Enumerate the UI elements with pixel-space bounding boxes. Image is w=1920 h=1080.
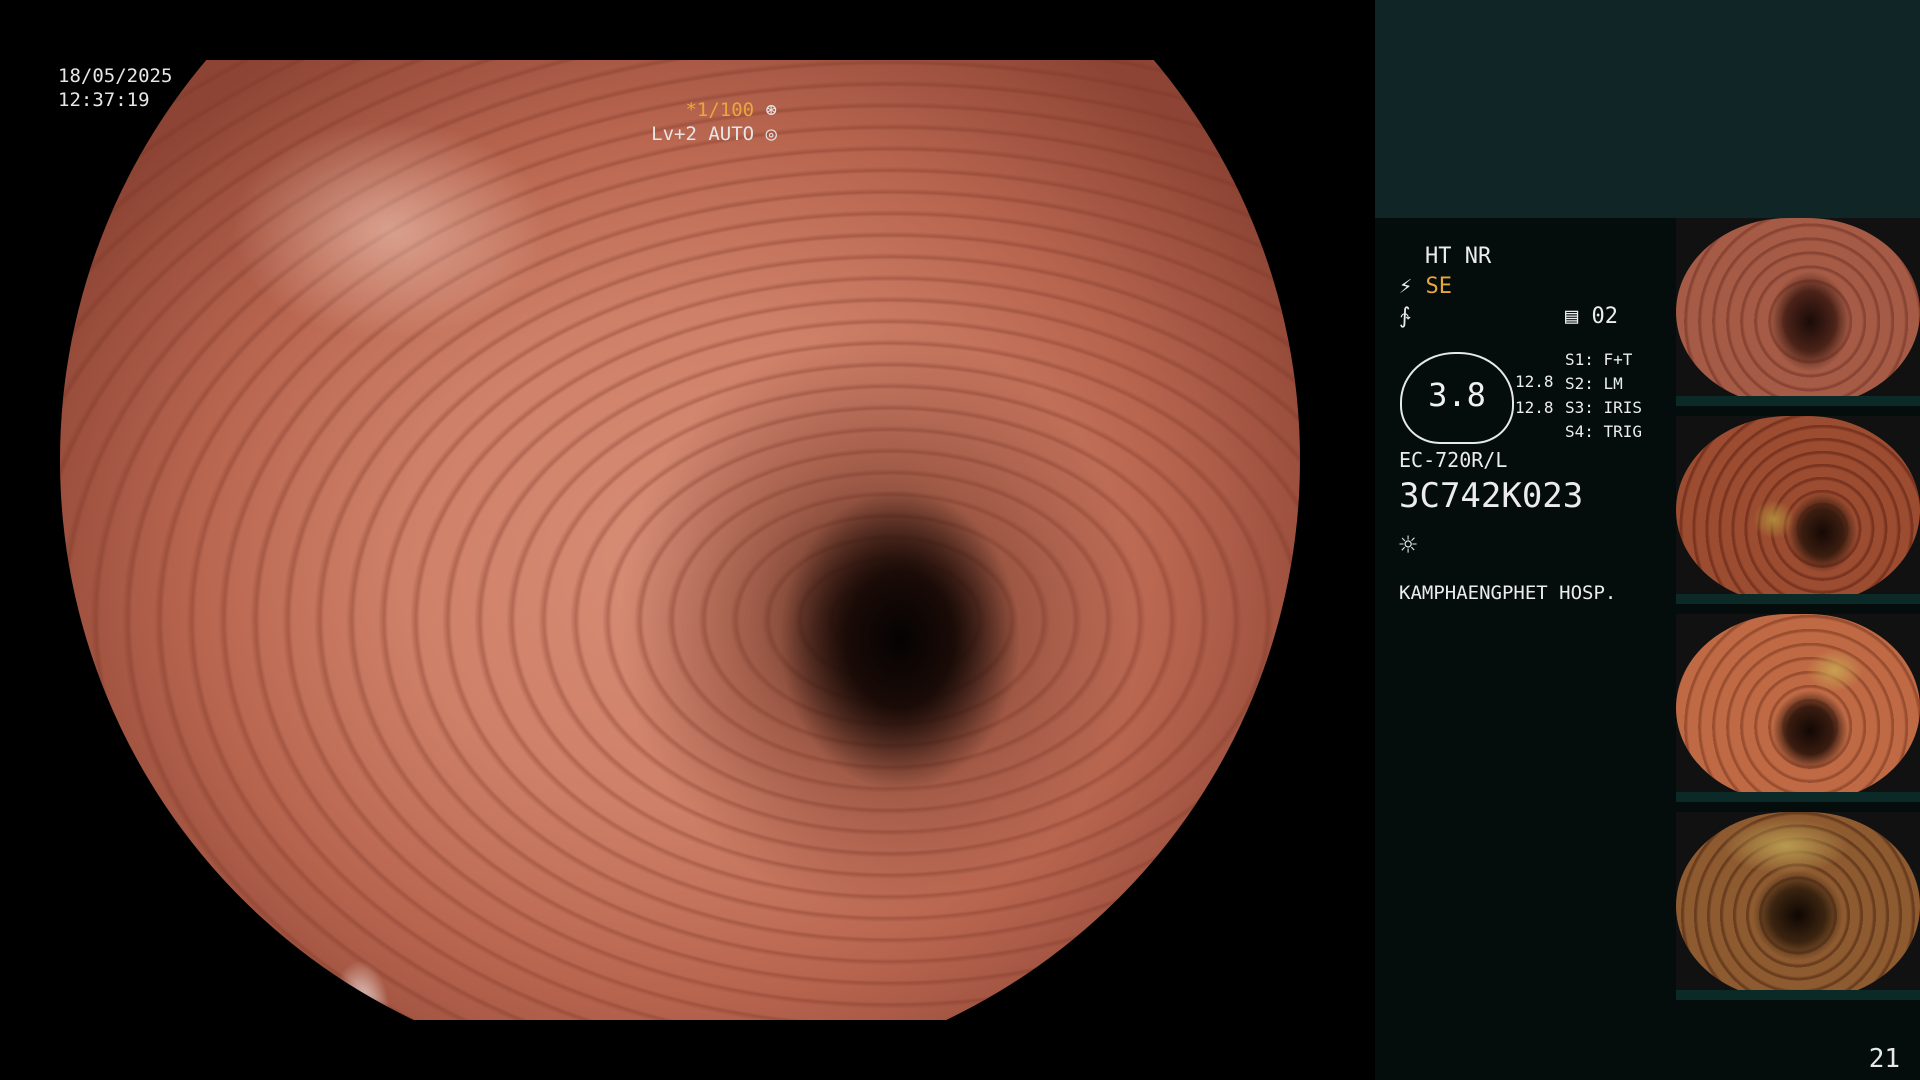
thumbnail[interactable] — [1676, 812, 1920, 1000]
value-2: 12.8 — [1515, 398, 1554, 417]
gauge-value: 3.8 — [1428, 376, 1486, 414]
switch-s1: S1: F+T — [1565, 350, 1633, 369]
switch-s4: S4: TRIG — [1565, 422, 1643, 441]
level-text: Lv+2 AUTO — [651, 123, 755, 145]
value-1: 12.8 — [1515, 372, 1554, 391]
aperture-icon: ⊛ — [765, 99, 777, 121]
gauge: 3.8 — [1400, 352, 1514, 444]
light-icon: ⚡ — [1399, 274, 1413, 299]
shutter-text: *1/100 — [685, 99, 755, 121]
switch-s2: S2: LM — [1565, 374, 1623, 393]
hospital-name: KAMPHAENGPHET HOSP. — [1399, 582, 1617, 604]
date-text: 18/05/2025 — [58, 65, 173, 87]
side-header-panel — [1375, 0, 1920, 218]
endoscopy-image — [60, 60, 1300, 1020]
curve-icon: ∱ — [1399, 304, 1411, 329]
memory-icon: ▤ — [1565, 304, 1579, 329]
info-panel: HT NR ⚡ SE ∱ ▤ 02 12.8 12.8 S1: F+T S2: … — [1375, 218, 1670, 1080]
brightness-icon: ☼ — [1399, 528, 1418, 563]
exposure-info: *1/100 ⊛ Lv+2 AUTO ◎ — [651, 98, 777, 146]
se-text: SE — [1425, 274, 1453, 299]
auto-icon: ◎ — [765, 123, 777, 145]
time-text: 12:37:19 — [58, 89, 150, 111]
endoscope-view: 18/05/2025 12:37:19 *1/100 ⊛ Lv+2 AUTO ◎ — [0, 0, 1375, 1080]
channel-text: 02 — [1591, 304, 1619, 329]
scope-model: EC-720R/L — [1399, 448, 1508, 472]
serial-number: 3C742K023 — [1399, 476, 1584, 516]
thumbnail[interactable] — [1676, 416, 1920, 604]
thumbnail[interactable] — [1676, 614, 1920, 802]
page-number: 21 — [1868, 1044, 1900, 1074]
thumbnail-strip — [1670, 218, 1920, 1080]
mode-text: HT NR — [1425, 244, 1492, 269]
switch-s3: S3: IRIS — [1565, 398, 1643, 417]
timestamp: 18/05/2025 12:37:19 — [58, 64, 172, 112]
thumbnail[interactable] — [1676, 218, 1920, 406]
